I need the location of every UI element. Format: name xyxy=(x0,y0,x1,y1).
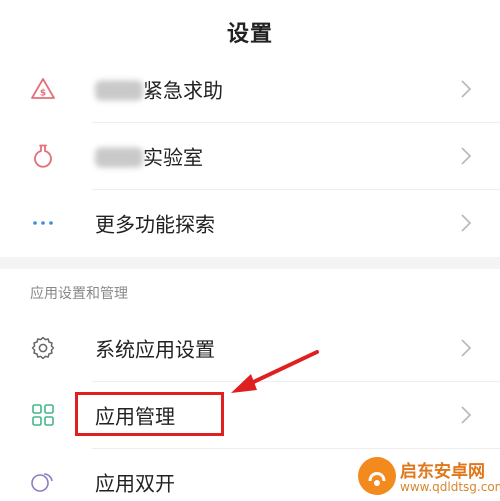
watermark: 启东安卓网 www.qdldtsg.com xyxy=(358,453,500,499)
chevron-right-icon xyxy=(460,146,472,166)
more-dots-icon xyxy=(30,210,56,236)
lab-flask-icon xyxy=(30,143,56,169)
chevron-right-icon xyxy=(460,213,472,233)
settings-item-label: 实验室 xyxy=(95,142,203,171)
settings-screen: 设置 $ 紧急求助 实验室 更多功能探索 应用设置和管理 系统应用设置 应用管理… xyxy=(0,0,500,501)
svg-text:$: $ xyxy=(40,89,46,99)
settings-item-lab[interactable]: 实验室 xyxy=(0,123,500,189)
watermark-url: www.qdldtsg.com xyxy=(400,480,500,494)
settings-item-emergency[interactable]: $ 紧急求助 xyxy=(0,56,500,122)
chevron-right-icon xyxy=(460,405,472,425)
settings-item-label: 紧急求助 xyxy=(95,75,223,104)
section-separator xyxy=(0,257,500,269)
blurred-text xyxy=(95,147,143,168)
chevron-right-icon xyxy=(460,79,472,99)
section-title: 应用设置和管理 xyxy=(30,286,128,302)
dual-circle-icon xyxy=(30,469,56,495)
settings-item-label: 更多功能探索 xyxy=(95,212,215,237)
settings-item-label: 系统应用设置 xyxy=(95,337,215,362)
highlight-box xyxy=(75,392,224,436)
gear-icon xyxy=(30,335,56,361)
chevron-right-icon xyxy=(460,338,472,358)
settings-item-label: 应用双开 xyxy=(95,471,175,496)
watermark-logo-icon xyxy=(358,457,396,495)
sos-icon: $ xyxy=(30,76,56,102)
annotation-arrow-icon xyxy=(231,350,319,393)
blurred-text xyxy=(95,80,143,101)
watermark-name: 启东安卓网 xyxy=(400,462,485,482)
settings-item-more-features[interactable]: 更多功能探索 xyxy=(0,190,500,256)
page-title: 设置 xyxy=(226,22,273,47)
app-grid-icon xyxy=(30,402,56,428)
